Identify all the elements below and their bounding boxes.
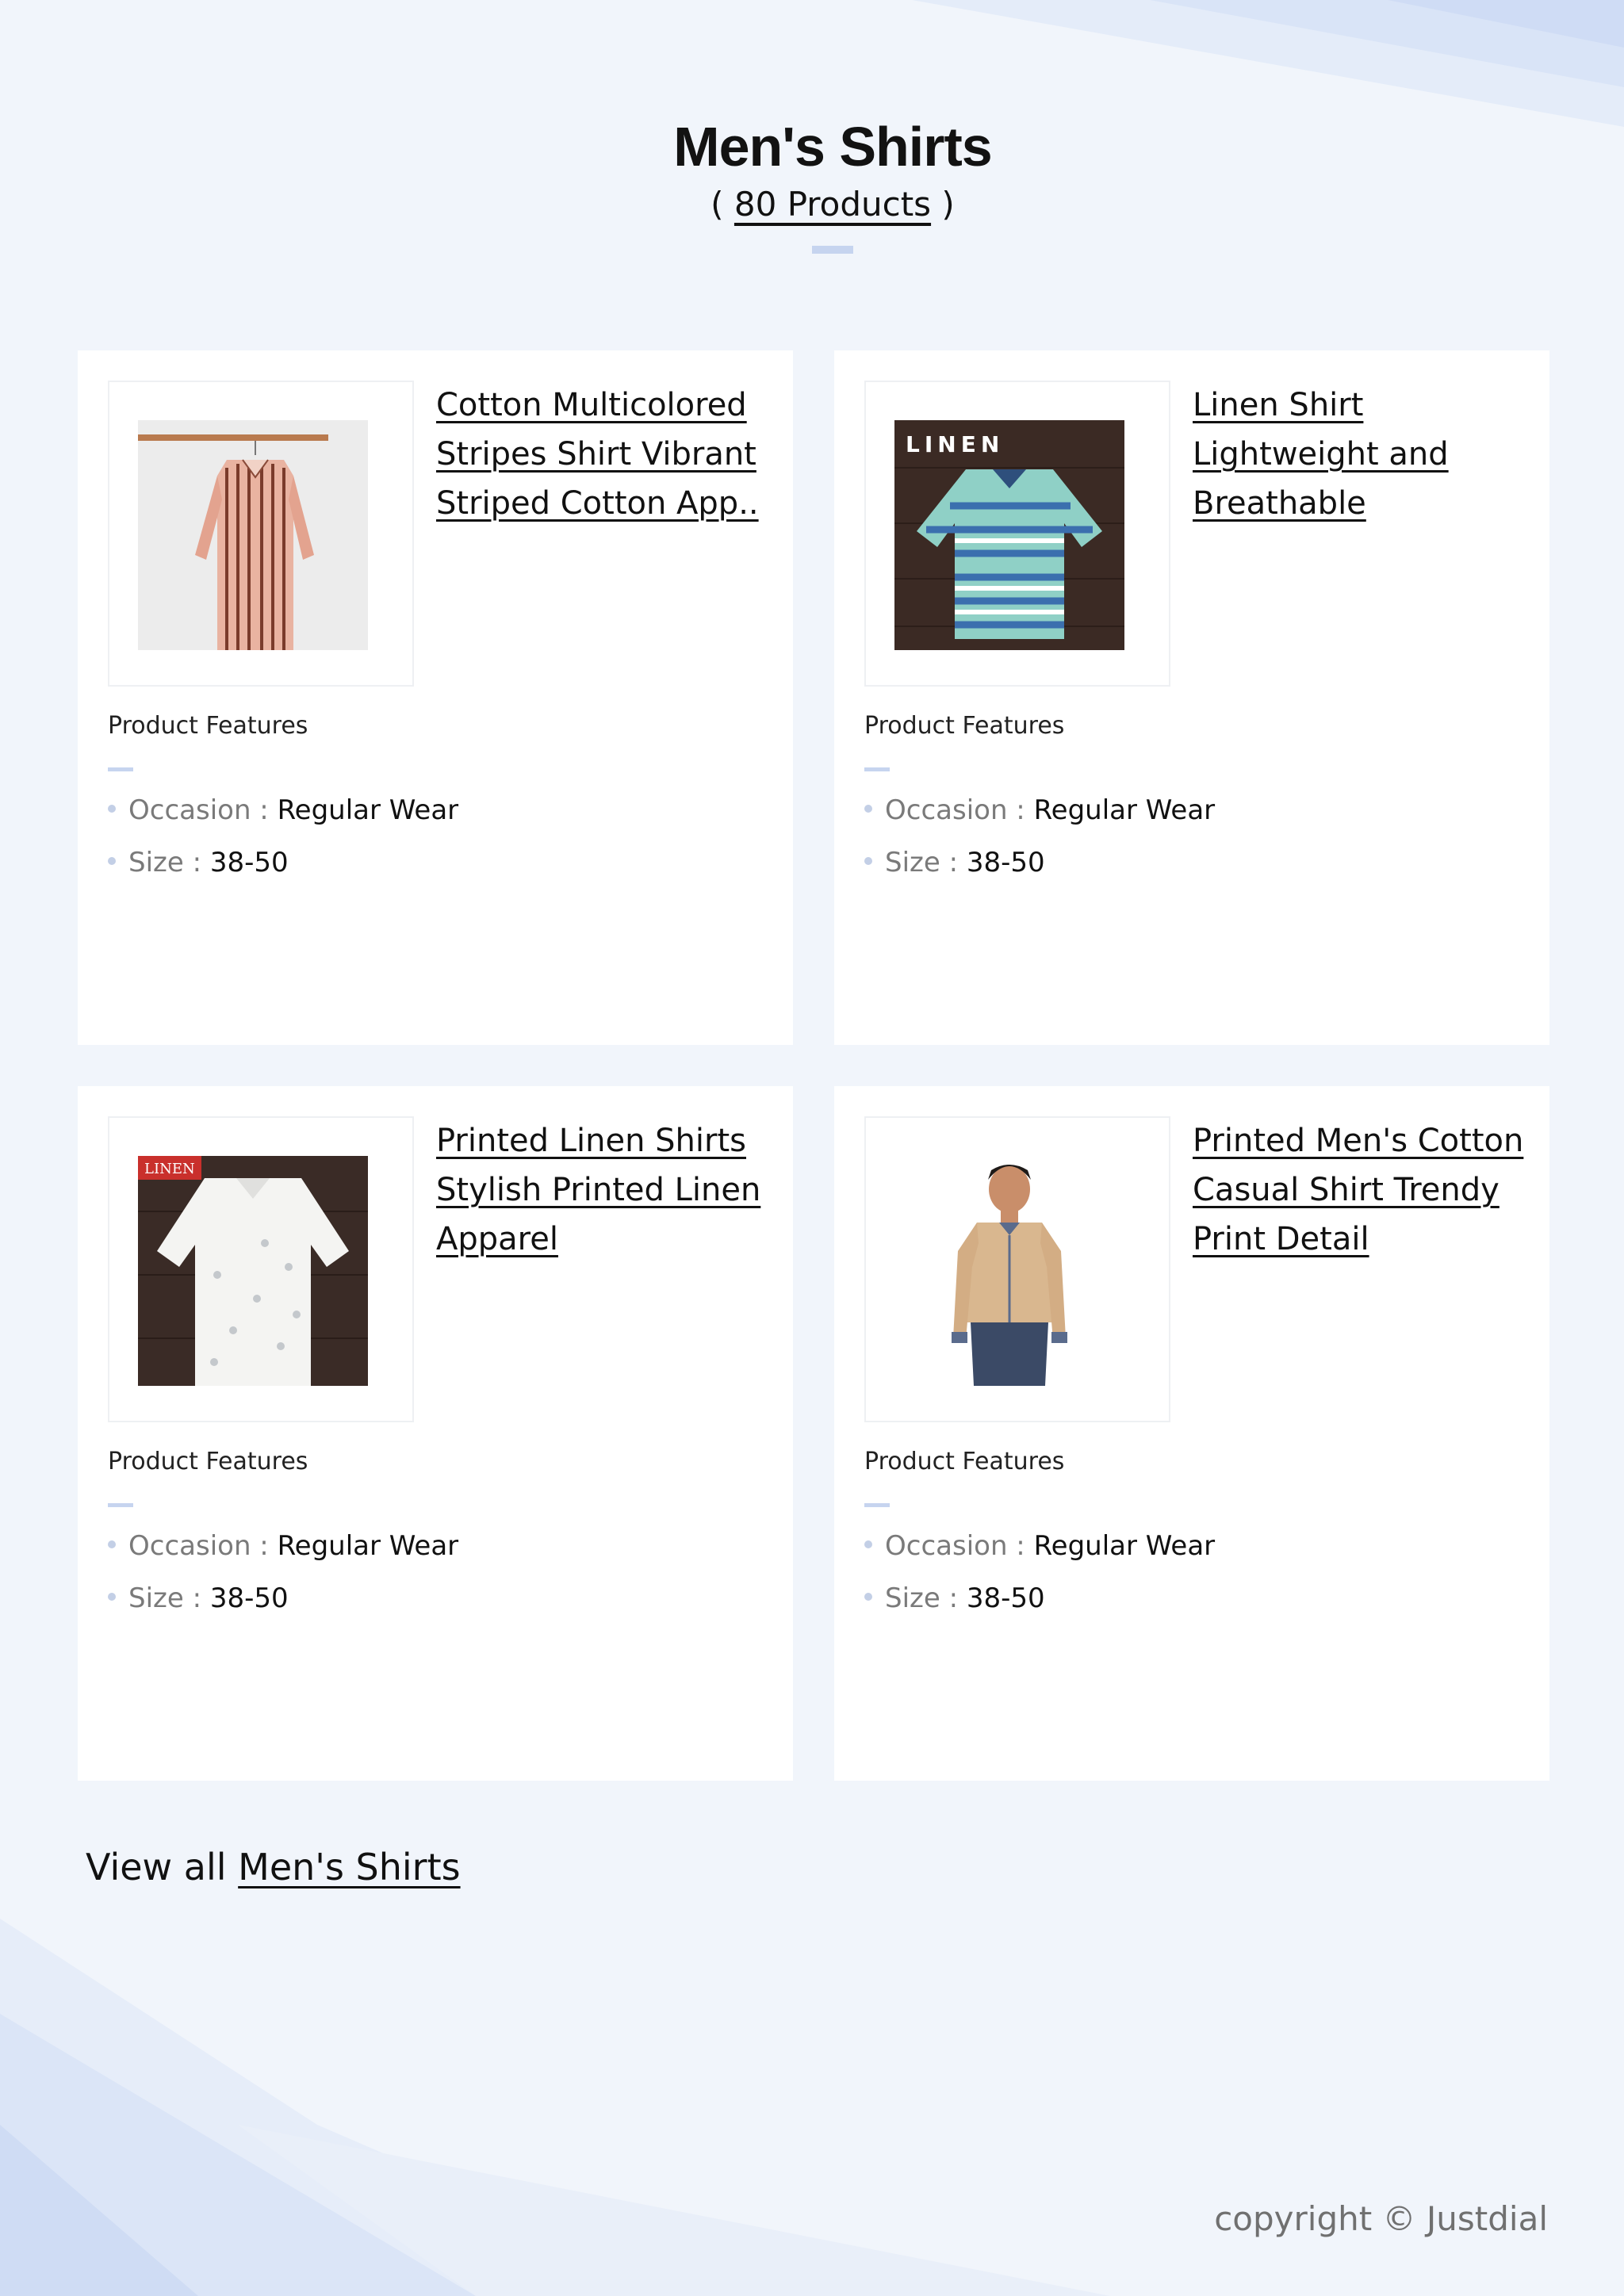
product-count-link[interactable]: 80 Products: [734, 185, 931, 224]
product-image: [138, 420, 368, 650]
product-features-label: Product Features: [108, 1448, 308, 1475]
bullet-icon: [864, 1592, 872, 1601]
features-accent-bar: [108, 1503, 133, 1507]
size-row: Size : 38-50: [108, 1582, 289, 1614]
copyright-text: copyright © Justdial: [1214, 2199, 1548, 2238]
product-title-link[interactable]: Printed Men's Cotton Casual Shirt Trendy…: [1193, 1123, 1523, 1257]
features-accent-bar: [864, 1503, 890, 1507]
product-thumbnail[interactable]: LINEN: [864, 381, 1170, 687]
bullet-icon: [864, 1540, 872, 1548]
occasion-value: Regular Wear: [1033, 794, 1216, 826]
size-key: Size :: [128, 847, 210, 878]
occasion-key: Occasion :: [128, 794, 278, 826]
occasion-key: Occasion :: [885, 794, 1034, 826]
product-title-link[interactable]: Printed Linen Shirts Stylish Printed Lin…: [436, 1123, 760, 1257]
product-title-link[interactable]: Cotton Multicolored Stripes Shirt Vibran…: [436, 387, 759, 522]
size-row: Size : 38-50: [864, 847, 1045, 878]
occasion-row: Occasion : Regular Wear: [864, 794, 1215, 826]
occasion-row: Occasion : Regular Wear: [864, 1530, 1215, 1562]
bullet-icon: [864, 804, 872, 813]
product-image: LINEN: [894, 420, 1124, 650]
bullet-icon: [108, 1592, 116, 1601]
bullet-icon: [864, 856, 872, 865]
svg-text:LINEN: LINEN: [144, 1161, 195, 1177]
product-thumbnail[interactable]: [108, 381, 414, 687]
occasion-value: Regular Wear: [277, 1530, 459, 1562]
bullet-icon: [108, 804, 116, 813]
occasion-key: Occasion :: [128, 1530, 278, 1562]
size-value: 38-50: [966, 847, 1045, 878]
size-row: Size : 38-50: [864, 1582, 1045, 1614]
product-image: [894, 1156, 1124, 1386]
product-thumbnail[interactable]: LINEN: [108, 1116, 414, 1422]
size-row: Size : 38-50: [108, 847, 289, 878]
occasion-value: Regular Wear: [277, 794, 459, 826]
occasion-row: Occasion : Regular Wear: [108, 794, 458, 826]
bullet-icon: [108, 1540, 116, 1548]
view-all: View all Men's Shirts: [86, 1846, 461, 1888]
product-features-label: Product Features: [864, 712, 1065, 740]
bullet-icon: [108, 856, 116, 865]
product-count: ( 80 Products ): [710, 185, 955, 224]
product-features-label: Product Features: [108, 712, 308, 740]
size-key: Size :: [885, 1582, 967, 1614]
page-title: Men's Shirts: [673, 116, 992, 178]
product-card: Cotton Multicolored Stripes Shirt Vibran…: [78, 350, 793, 1045]
product-image: LINEN: [138, 1156, 368, 1386]
occasion-value: Regular Wear: [1033, 1530, 1216, 1562]
features-accent-bar: [108, 767, 133, 771]
size-value: 38-50: [966, 1582, 1045, 1614]
occasion-key: Occasion :: [885, 1530, 1034, 1562]
product-features-label: Product Features: [864, 1448, 1065, 1475]
size-key: Size :: [885, 847, 967, 878]
page-header: Men's Shirts ( 80 Products ): [0, 111, 1624, 254]
size-value: 38-50: [209, 1582, 289, 1614]
product-card: LINEN Linen Shirt Lightweight and Breath…: [834, 350, 1549, 1045]
product-card: Printed Men's Cotton Casual Shirt Trendy…: [834, 1086, 1549, 1781]
size-key: Size :: [128, 1582, 210, 1614]
product-thumbnail[interactable]: [864, 1116, 1170, 1422]
svg-text:LINEN: LINEN: [906, 431, 1004, 457]
occasion-row: Occasion : Regular Wear: [108, 1530, 458, 1562]
product-card: LINEN Printed Linen Shirts Stylish Print…: [78, 1086, 793, 1781]
size-value: 38-50: [209, 847, 289, 878]
title-accent-bar: [812, 246, 853, 254]
features-accent-bar: [864, 767, 890, 771]
view-all-prefix: View all: [86, 1846, 239, 1888]
product-title-link[interactable]: Linen Shirt Lightweight and Breathable: [1193, 387, 1449, 522]
view-all-link[interactable]: Men's Shirts: [238, 1846, 460, 1888]
